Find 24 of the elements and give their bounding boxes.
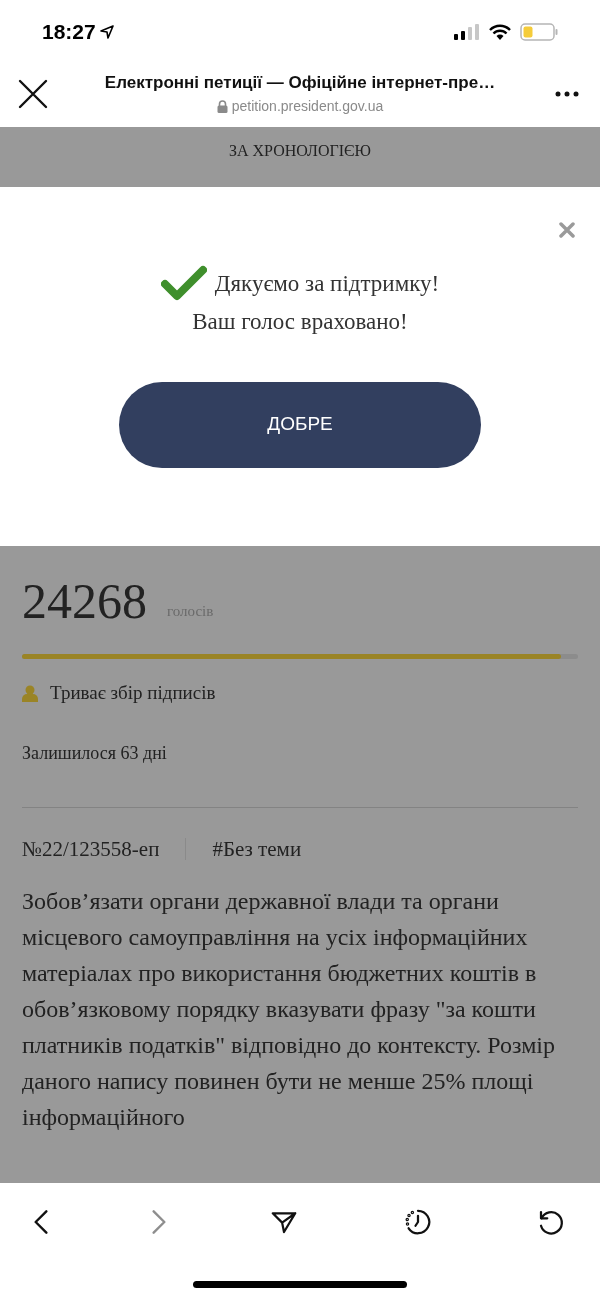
vote-count: 24268 [22, 576, 147, 626]
dialog-close-button[interactable] [556, 219, 578, 241]
chevron-left-icon [34, 1210, 48, 1234]
signal-icon [454, 24, 480, 40]
petition-status: Триває збір підписів [50, 681, 216, 705]
vote-counted-message: Ваш голос враховано! [192, 308, 408, 336]
location-arrow-icon [99, 25, 114, 39]
ok-button[interactable]: ДОБРЕ [119, 381, 481, 468]
days-remaining: Залишилося 63 дні [22, 741, 168, 765]
petition-number: №22/123558-еп [22, 835, 160, 863]
wifi-icon [488, 23, 512, 41]
ellipsis-icon [555, 90, 579, 97]
battery-icon [520, 23, 558, 41]
petition-tag[interactable]: #Без теми [212, 833, 302, 865]
thank-you-message: Дякуємо за підтримку! [214, 269, 440, 298]
person-icon [22, 684, 38, 702]
clock-time: 18:27 [42, 19, 96, 46]
sort-option[interactable]: ЗА ХРОНОЛОГІЄЮ [228, 139, 372, 163]
page-url: petition.president.gov.ua [231, 96, 384, 116]
petition-text: Зобов’язати органи державної влади та органи місцевого самоуправління на усіх інформаційних матеріалах про використання бюджетних коштів в обов’язковому порядку вказувати фразу "за кошти платників податків" відповідно до контексту. Розмір даного напису повинен бути не менше 25% площі інформаційного [22, 887, 556, 1132]
page-title: Електронні петиції — Офіційне інтернет-пре… [104, 72, 496, 95]
check-icon [160, 265, 207, 301]
chevron-right-icon [151, 1210, 166, 1234]
lock-icon [216, 99, 228, 113]
